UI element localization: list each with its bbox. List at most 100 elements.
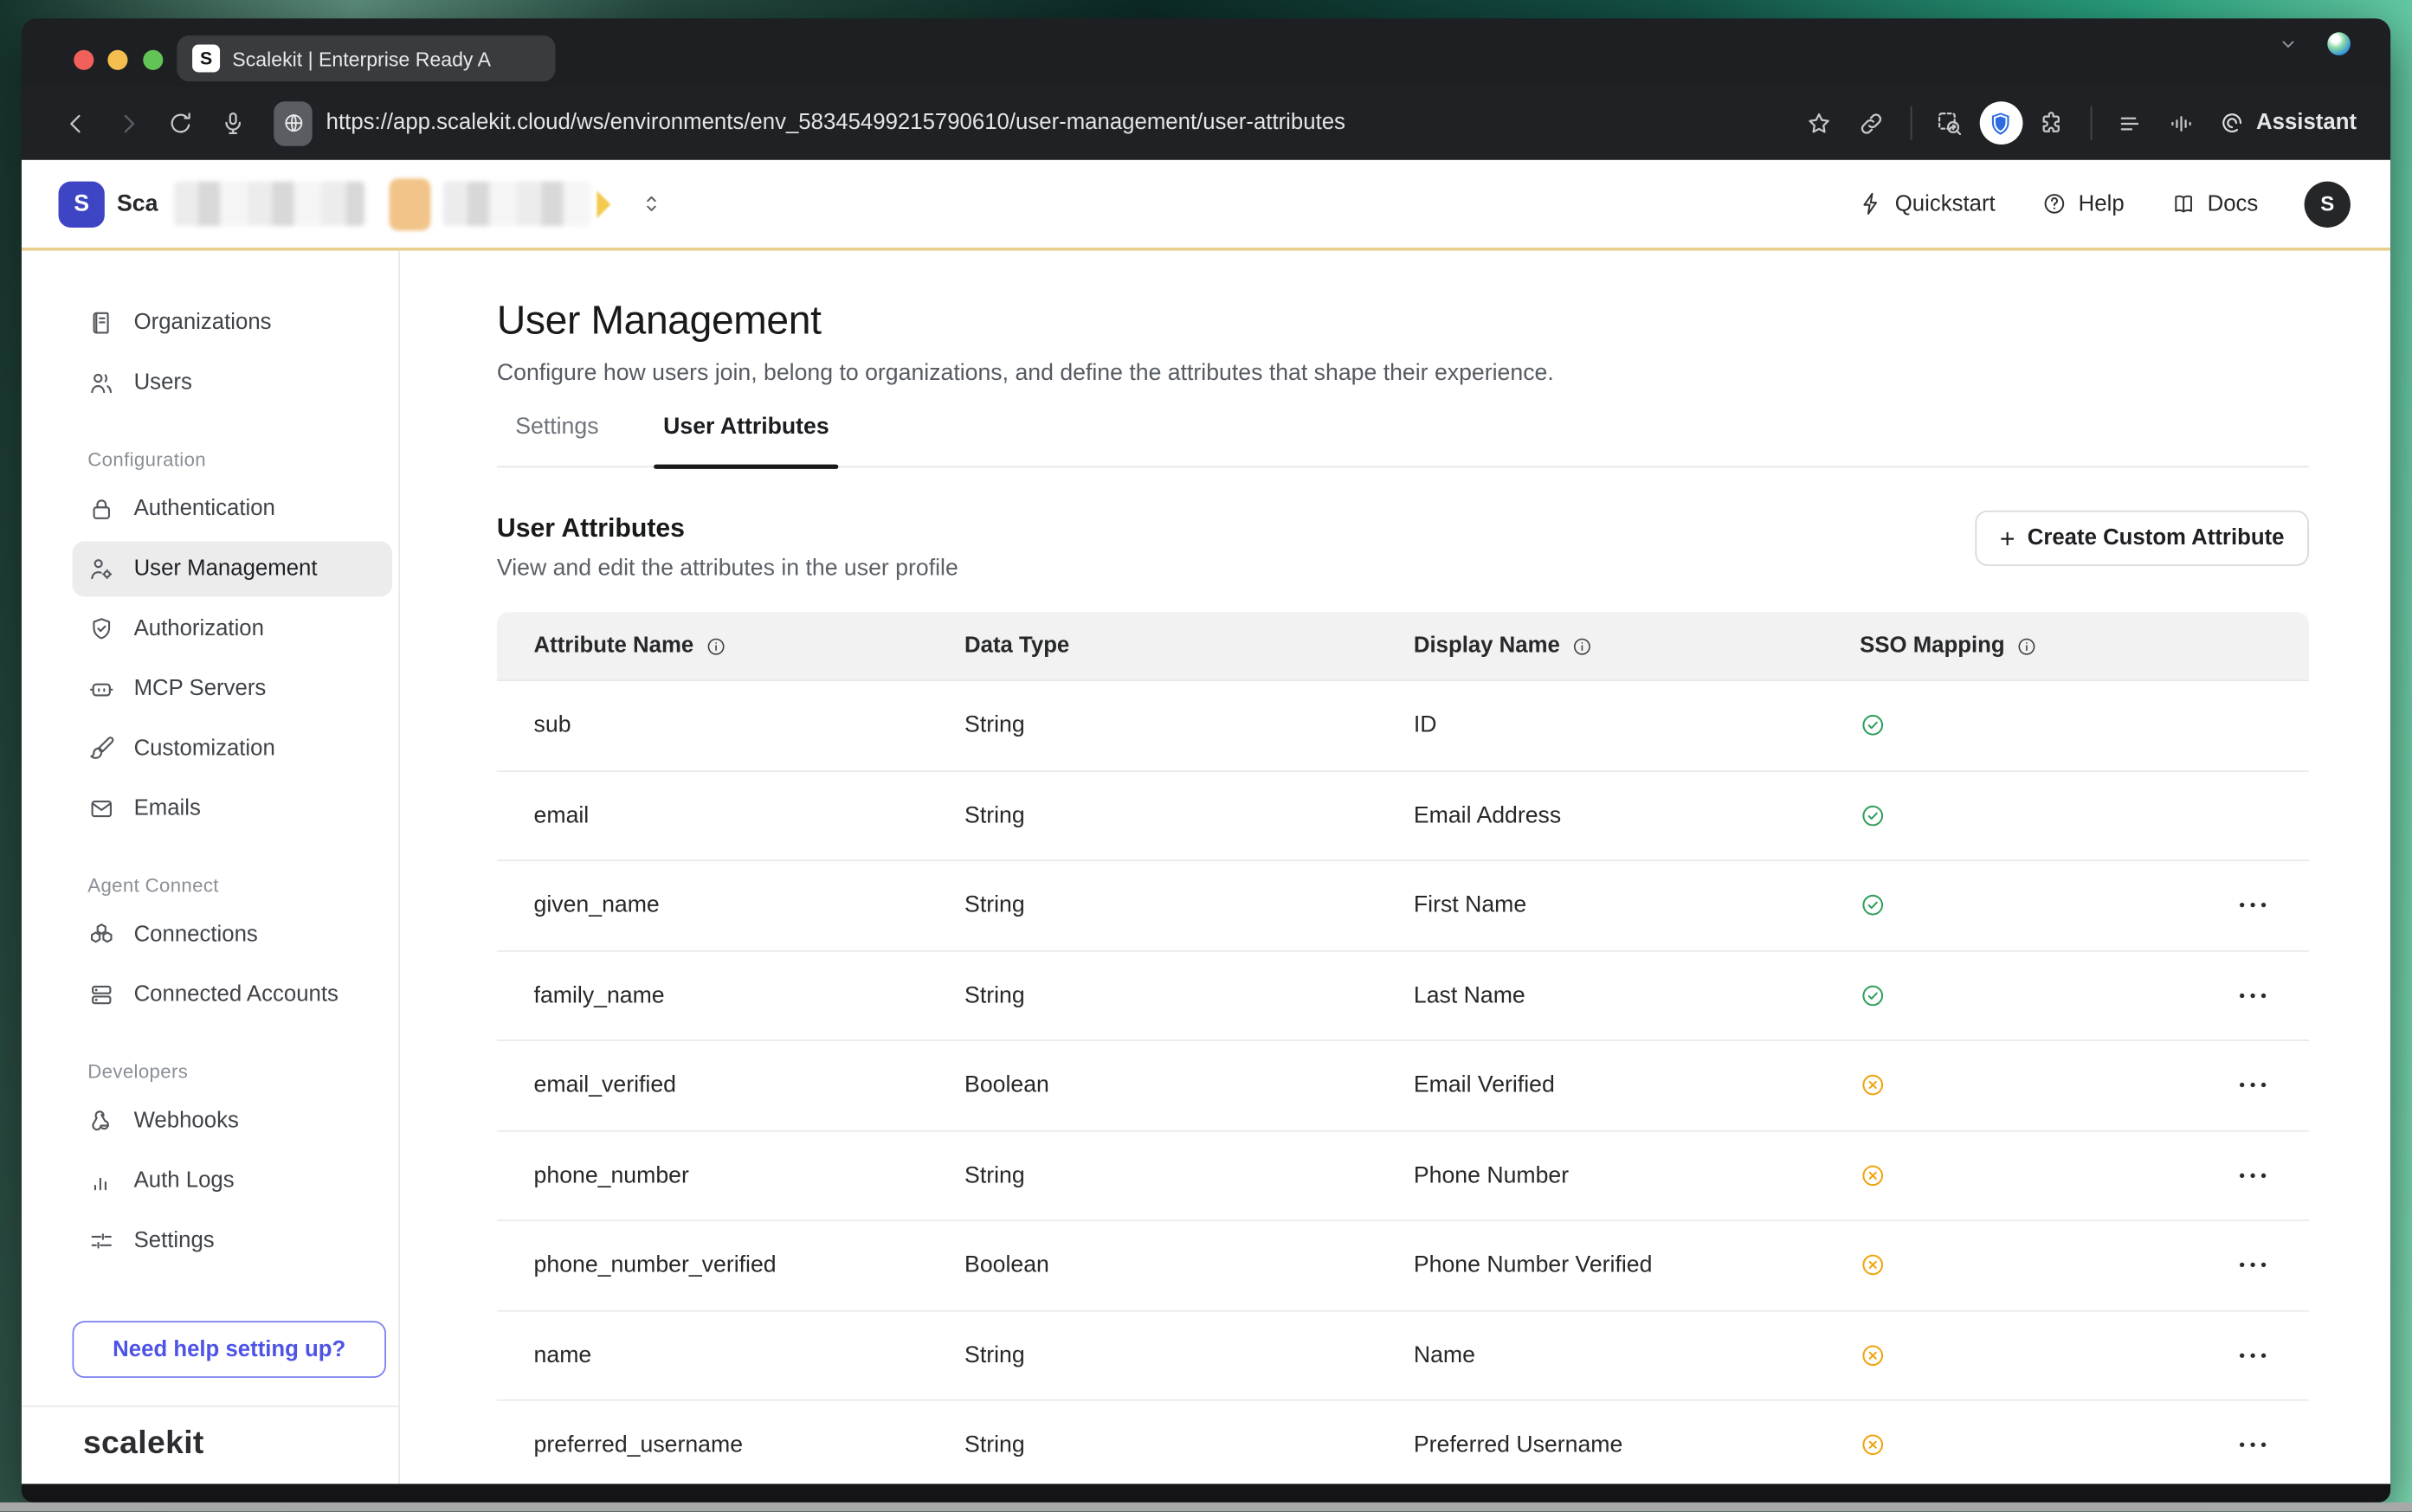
shield-check-icon <box>87 615 115 643</box>
row-menu-button[interactable] <box>2234 1433 2273 1457</box>
assistant-label: Assistant <box>2256 111 2357 135</box>
users-icon <box>87 369 115 396</box>
table-row: preferred_username String Preferred User… <box>497 1401 2309 1484</box>
sso-mapped-check-icon <box>1860 712 1886 738</box>
sidebar-item-customization[interactable]: Customization <box>73 721 393 776</box>
data-type-cell: String <box>964 1342 1414 1368</box>
password-manager-extension-icon[interactable] <box>1979 101 2022 145</box>
info-icon[interactable] <box>705 634 728 658</box>
microphone-icon[interactable] <box>210 100 255 145</box>
row-menu-button[interactable] <box>2234 1253 2273 1277</box>
table-row: phone_number String Phone Number <box>497 1131 2309 1221</box>
table-row: email_verified Boolean Email Verified <box>497 1041 2309 1131</box>
workspace-switcher[interactable]: S Sca <box>59 177 665 229</box>
globe-icon <box>274 100 312 145</box>
sidebar-section-developers: Developers <box>87 1061 392 1083</box>
sidebar-item-settings[interactable]: Settings <box>73 1213 393 1269</box>
back-button[interactable] <box>52 100 98 145</box>
zoom-window-button[interactable] <box>143 50 163 70</box>
sidebar-item-organizations[interactable]: Organizations <box>73 295 393 351</box>
forward-button[interactable] <box>105 100 151 145</box>
sidebar-item-authorization[interactable]: Authorization <box>73 602 393 657</box>
row-menu-button[interactable] <box>2234 1073 2273 1097</box>
table-row: given_name String First Name <box>497 861 2309 951</box>
table-row: email String Email Address <box>497 771 2309 861</box>
sidebar-item-mcp-servers[interactable]: MCP Servers <box>73 661 393 717</box>
table-row: sub String ID <box>497 681 2309 771</box>
help-label: Help <box>2079 191 2125 216</box>
page-title: User Management <box>497 297 2309 343</box>
user-avatar[interactable]: S <box>2305 181 2351 227</box>
organizations-icon <box>87 309 115 337</box>
info-icon[interactable] <box>1570 634 1594 658</box>
sso-mapped-check-icon <box>1860 892 1886 918</box>
sidebar-item-label: Authorization <box>134 616 264 640</box>
sidebar-item-connected-accounts[interactable]: Connected Accounts <box>73 968 393 1023</box>
scalekit-app: S Sca Quickstart Help <box>22 160 2390 1484</box>
bookmark-star-icon[interactable] <box>1796 100 1842 145</box>
assistant-button[interactable]: Assistant <box>2218 109 2357 137</box>
attribute-name-cell: email_verified <box>534 1072 964 1098</box>
bar-chart-icon <box>87 1168 115 1195</box>
data-type-cell: String <box>964 892 1414 918</box>
sso-unmapped-x-icon <box>1860 1072 1886 1098</box>
profile-sphere-icon[interactable] <box>2327 32 2351 55</box>
data-type-cell: String <box>964 802 1414 828</box>
row-menu-button[interactable] <box>2234 983 2273 1007</box>
desktop-strip <box>0 1502 2412 1512</box>
extensions-puzzle-icon[interactable] <box>2028 100 2074 145</box>
attribute-name-cell: sub <box>534 712 964 738</box>
help-button[interactable]: Help <box>2041 190 2125 216</box>
waveform-icon[interactable] <box>2159 100 2205 145</box>
tab-user-attributes[interactable]: User Attributes <box>645 414 848 466</box>
webhook-icon <box>87 1107 115 1135</box>
display-name-cell: Last Name <box>1414 982 1860 1008</box>
paintbrush-icon <box>87 735 115 762</box>
address-bar[interactable]: https://app.scalekit.cloud/ws/environmen… <box>274 100 1775 145</box>
sso-unmapped-x-icon <box>1860 1162 1886 1188</box>
sidebar-item-label: Settings <box>134 1229 215 1253</box>
row-menu-button[interactable] <box>2234 1343 2273 1367</box>
sidebar-item-users[interactable]: Users <box>73 355 393 410</box>
chevron-down-icon[interactable] <box>2277 32 2300 55</box>
table-row: phone_number_verified Boolean Phone Numb… <box>497 1221 2309 1311</box>
reader-list-icon[interactable] <box>2107 100 2153 145</box>
sidebar-item-label: Emails <box>134 796 201 820</box>
stacked-cards-icon <box>87 981 115 1009</box>
data-type-cell: Boolean <box>964 1072 1414 1098</box>
table-row: name String Name <box>497 1311 2309 1401</box>
sidebar-item-user-management[interactable]: User Management <box>73 541 393 596</box>
copy-link-icon[interactable] <box>1848 100 1894 145</box>
browser-tab[interactable]: S Scalekit | Enterprise Ready A <box>177 35 555 81</box>
sidebar-item-webhooks[interactable]: Webhooks <box>73 1093 393 1148</box>
need-help-button[interactable]: Need help setting up? <box>73 1321 386 1378</box>
sidebar-item-authentication[interactable]: Authentication <box>73 481 393 537</box>
minimize-window-button[interactable] <box>107 50 127 70</box>
redacted-badge-corner <box>597 190 610 217</box>
create-custom-attribute-button[interactable]: + Create Custom Attribute <box>1975 511 2309 566</box>
desktop: S Scalekit | Enterprise Ready A https://… <box>0 0 2412 1512</box>
redacted-environment-badge <box>389 177 430 229</box>
sidebar-item-connections[interactable]: Connections <box>73 907 393 962</box>
data-type-cell: String <box>964 982 1414 1008</box>
reload-button[interactable] <box>157 100 203 145</box>
attribute-name-cell: given_name <box>534 892 964 918</box>
robot-icon <box>87 675 115 703</box>
quickstart-button[interactable]: Quickstart <box>1858 190 1996 216</box>
docs-button[interactable]: Docs <box>2170 190 2258 216</box>
row-menu-button[interactable] <box>2234 1163 2273 1187</box>
workspace-logo: S <box>59 181 105 227</box>
chevron-up-down-icon <box>638 190 664 216</box>
info-icon[interactable] <box>2015 634 2039 658</box>
row-menu-button[interactable] <box>2234 893 2273 917</box>
app-header: S Sca Quickstart Help <box>22 160 2390 251</box>
sidebar-item-auth-logs[interactable]: Auth Logs <box>73 1154 393 1209</box>
close-window-button[interactable] <box>74 50 94 70</box>
plus-icon: + <box>2000 525 2015 551</box>
scalekit-wordmark: scalekit <box>83 1425 204 1461</box>
display-name-cell: Email Address <box>1414 802 1860 828</box>
sidebar-item-label: User Management <box>134 557 318 581</box>
sidebar-item-emails[interactable]: Emails <box>73 782 393 837</box>
selection-zoom-icon[interactable] <box>1927 100 1973 145</box>
tab-settings[interactable]: Settings <box>497 414 617 466</box>
